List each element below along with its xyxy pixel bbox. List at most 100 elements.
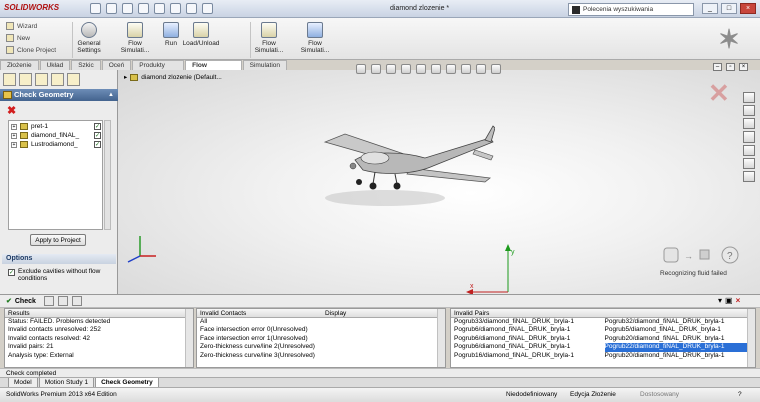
display-manager-icon[interactable] — [67, 73, 80, 86]
contacts-scrollbar[interactable] — [437, 309, 445, 367]
help-icon[interactable]: ? — [738, 391, 742, 398]
tree-item-checkbox[interactable]: ✓ — [94, 123, 101, 130]
minimize-button[interactable]: _ — [702, 3, 718, 14]
table-row[interactable]: Pogrub16/diamond_fiNAL_DRUK_bryla-1 Pogru… — [451, 352, 755, 360]
configuration-manager-icon[interactable] — [35, 73, 48, 86]
tree-item[interactable]: + pret-1 ✓ — [11, 123, 101, 130]
airplane-model[interactable] — [315, 120, 495, 210]
table-row[interactable]: Zero-thickness curve/line 2(Unresolved) — [197, 343, 445, 351]
table-row[interactable]: All — [197, 318, 445, 326]
feature-manager-icon[interactable] — [3, 73, 16, 86]
edit-appearance-icon[interactable] — [461, 64, 471, 74]
table-row-selected[interactable]: Pogrub6/diamond_fiNAL_DRUK_bryla-1 Pogrub… — [451, 343, 755, 352]
flow-simulation-options-button[interactable]: Flow Simulati... — [296, 22, 334, 54]
wizard-button[interactable]: Wizard — [6, 22, 37, 30]
list-item[interactable]: Analysis type: External — [5, 352, 193, 360]
tab-zlozenie[interactable]: Złożenie — [0, 60, 39, 70]
apply-to-project-button[interactable]: Apply to Project — [30, 234, 86, 246]
table-row[interactable]: Face intersection error 0(Unresolved) — [197, 326, 445, 334]
tree-scrollbar[interactable] — [104, 120, 111, 230]
options-icon[interactable] — [202, 3, 213, 14]
select-icon[interactable] — [170, 3, 181, 14]
display-style-icon[interactable] — [431, 64, 441, 74]
general-settings-button[interactable]: General Settings — [70, 22, 108, 54]
quick-access-toolbar — [90, 3, 213, 14]
tab-produkty-office[interactable]: Produkty Office — [132, 60, 185, 79]
pairs-scrollbar[interactable] — [747, 309, 755, 367]
customize-label[interactable]: Dostosowany — [640, 391, 679, 398]
tab-simulation[interactable]: Simulation — [242, 60, 287, 70]
restore-icon[interactable]: ▣ — [725, 296, 733, 305]
zoom-area-icon[interactable] — [371, 64, 381, 74]
exclude-cavities-checkbox[interactable]: ✓ — [8, 269, 15, 276]
expand-icon[interactable]: + — [11, 132, 17, 139]
tab-szkic[interactable]: Szkic — [71, 60, 101, 70]
property-manager-icon[interactable] — [19, 73, 32, 86]
search-input[interactable]: Polecenia wyszukiwania — [568, 3, 694, 16]
expand-icon[interactable]: + — [11, 141, 17, 148]
viewport-close-button[interactable]: × — [739, 63, 748, 71]
open-file-icon[interactable] — [106, 3, 117, 14]
table-row[interactable]: Pogrub6/diamond_fiNAL_DRUK_bryla-1 Pogrub… — [451, 335, 755, 343]
table-row[interactable]: Zero-thickness curve/line 3(Unresolved) — [197, 352, 445, 360]
solidworks-logo[interactable]: SOLIDWORKS — [4, 3, 59, 12]
hide-show-icon[interactable] — [446, 64, 456, 74]
appearances-icon[interactable] — [743, 157, 755, 169]
check-button[interactable]: ✔ Check — [6, 297, 36, 306]
maximize-button[interactable]: □ — [721, 3, 737, 14]
section-view-icon[interactable] — [401, 64, 411, 74]
confirmation-cancel-icon[interactable]: ✕ — [708, 78, 730, 109]
tab-ocen[interactable]: Oceń — [101, 60, 132, 70]
expand-icon[interactable]: + — [11, 123, 17, 130]
viewport-minimize-button[interactable]: – — [713, 63, 722, 71]
clone-project-button[interactable]: Clone Project — [6, 46, 56, 54]
tab-uklad[interactable]: Układ — [39, 60, 71, 70]
list-item[interactable]: Status: FAILED. Problems detected — [5, 318, 193, 326]
close-button[interactable]: × — [740, 3, 756, 14]
list-item[interactable]: Invalid pairs: 21 — [5, 343, 193, 351]
tree-item[interactable]: + diamond_fiNAL_ ✓ — [11, 132, 101, 139]
file-explorer-icon[interactable] — [743, 118, 755, 130]
list-item[interactable]: Invalid contacts unresolved: 252 — [5, 326, 193, 334]
exclude-cavities-option[interactable]: ✓ Exclude cavities without flow conditio… — [8, 268, 113, 282]
close-icon[interactable]: ✖ — [7, 104, 16, 117]
flow-simulation-results-button[interactable]: Flow Simulati... — [250, 22, 288, 54]
tree-item-checkbox[interactable]: ✓ — [94, 132, 101, 139]
custom-properties-icon[interactable] — [743, 170, 755, 182]
settings-icon[interactable] — [72, 296, 82, 306]
table-row[interactable]: Pogrub6/diamond_fiNAL_DRUK_bryla-1 Pogrub… — [451, 326, 755, 334]
flow-simulation-tree-button[interactable]: Flow Simulati... — [116, 22, 154, 54]
results-scrollbar[interactable] — [185, 309, 193, 367]
undo-icon[interactable] — [154, 3, 165, 14]
rebuild-icon[interactable] — [186, 3, 197, 14]
view-orientation-icon[interactable] — [416, 64, 426, 74]
tree-item-checkbox[interactable]: ✓ — [94, 141, 101, 148]
new-file-icon[interactable] — [90, 3, 101, 14]
print-icon[interactable] — [138, 3, 149, 14]
new-project-button[interactable]: New — [6, 34, 30, 42]
table-row[interactable]: Pogrub33/diamond_fiNAL_DRUK_bryla-1 Pogru… — [451, 318, 755, 326]
search-results-icon[interactable] — [743, 131, 755, 143]
save-icon[interactable] — [122, 3, 133, 14]
show-icon[interactable] — [44, 296, 54, 306]
dimxpert-icon[interactable] — [51, 73, 64, 86]
list-item[interactable]: Invalid contacts resolved: 42 — [5, 335, 193, 343]
resources-icon[interactable] — [743, 92, 755, 104]
view-palette-icon[interactable] — [743, 144, 755, 156]
close-icon[interactable]: × — [736, 296, 741, 305]
collapse-icon[interactable]: ▲ — [108, 92, 114, 98]
scene-icon[interactable] — [476, 64, 486, 74]
table-row[interactable]: Face intersection error 1(Unresolved) — [197, 335, 445, 343]
pin-icon[interactable]: ▾ — [718, 296, 722, 305]
previous-view-icon[interactable] — [386, 64, 396, 74]
viewport-restore-button[interactable]: ▫ — [726, 63, 735, 71]
flyout-feature-tree[interactable]: ▸ diamond zlozenie (Default... — [124, 73, 222, 81]
resolve-icon[interactable] — [58, 296, 68, 306]
zoom-fit-icon[interactable] — [356, 64, 366, 74]
tree-item[interactable]: + Lustrodiamond_ ✓ — [11, 141, 101, 148]
view-settings-icon[interactable] — [491, 64, 501, 74]
load-unload-button[interactable]: Load/Unload — [182, 22, 220, 47]
options-section-header[interactable]: Options — [2, 254, 116, 264]
design-library-icon[interactable] — [743, 105, 755, 117]
tab-flow-simulation[interactable]: Flow Simulation — [185, 60, 242, 79]
